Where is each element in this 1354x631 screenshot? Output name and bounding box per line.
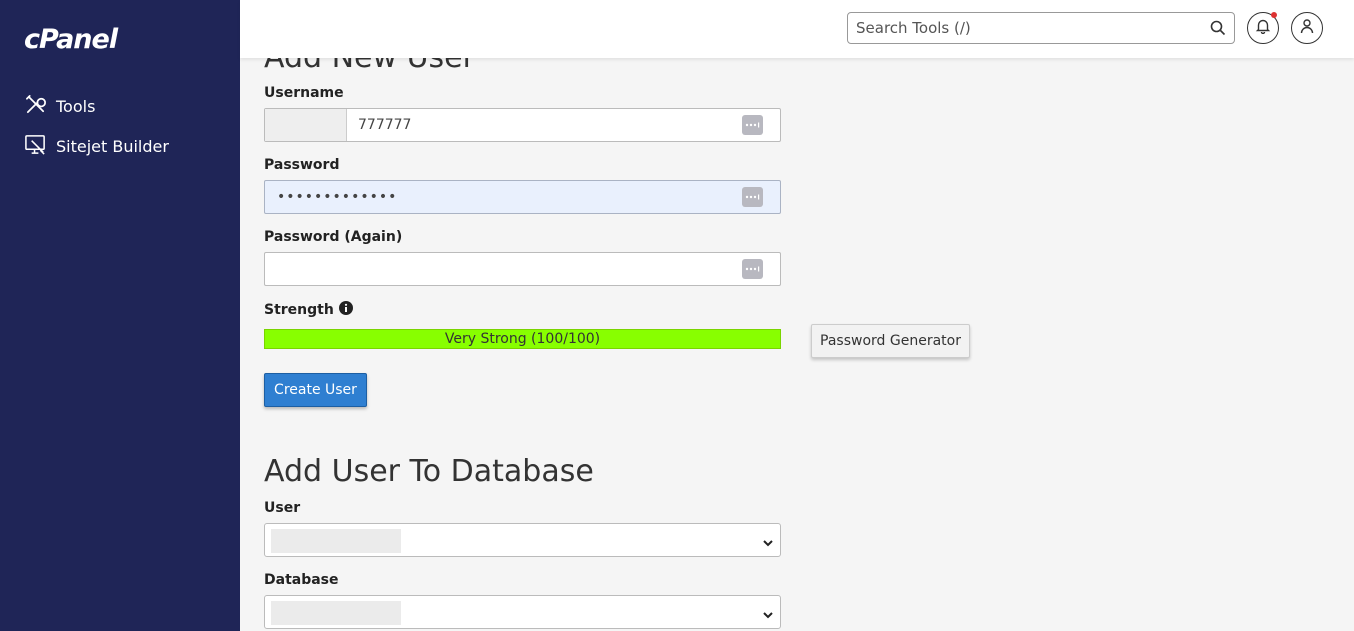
- user-select-value: [271, 529, 401, 553]
- user-menu-button[interactable]: [1291, 12, 1323, 44]
- search-input[interactable]: [848, 13, 1188, 43]
- database-select[interactable]: [264, 595, 781, 629]
- username-label: Username: [264, 85, 344, 101]
- info-icon[interactable]: [338, 301, 353, 319]
- password-again-input[interactable]: [277, 253, 727, 285]
- password-generator-button[interactable]: Password Generator: [811, 324, 970, 358]
- password-manager-icon[interactable]: [742, 115, 763, 135]
- password-again-field: [264, 252, 781, 286]
- username-field: [264, 108, 781, 142]
- chevron-down-icon: [762, 534, 774, 553]
- username-prefix: [265, 109, 347, 141]
- strength-meter: Very Strong (100/100): [264, 329, 781, 349]
- password-field: [264, 180, 781, 214]
- tools-icon: [24, 93, 47, 120]
- password-again-label: Password (Again): [264, 229, 403, 245]
- sidebar-item-label: Sitejet Builder: [56, 137, 169, 156]
- database-select-value: [271, 601, 401, 625]
- add-user-to-database-heading: Add User To Database: [264, 454, 594, 489]
- strength-label: Strength: [264, 302, 334, 318]
- notifications-button[interactable]: [1247, 12, 1279, 44]
- sidebar-item-tools[interactable]: Tools: [24, 93, 95, 120]
- user-icon: [1299, 18, 1315, 38]
- add-user-heading: Add New User: [264, 58, 475, 75]
- user-select[interactable]: [264, 523, 781, 557]
- top-header: [240, 0, 1354, 58]
- search-box[interactable]: [847, 12, 1235, 44]
- chevron-down-icon: [762, 606, 774, 625]
- password-manager-icon[interactable]: [742, 259, 763, 279]
- bell-icon: [1255, 18, 1271, 38]
- main-content: Add New User Username Password Password …: [240, 58, 1354, 631]
- cpanel-logo[interactable]: cPanel: [24, 24, 118, 55]
- create-user-button[interactable]: Create User: [264, 373, 367, 407]
- user-label: User: [264, 500, 301, 516]
- strength-label-row: Strength: [264, 301, 353, 319]
- monitor-icon: [24, 133, 47, 160]
- search-icon[interactable]: [1210, 20, 1226, 40]
- notification-dot: [1271, 12, 1277, 18]
- sidebar-item-label: Tools: [56, 97, 96, 116]
- password-manager-icon[interactable]: [742, 187, 763, 207]
- sidebar: cPanel Tools Sitejet Builder: [0, 0, 240, 631]
- password-label: Password: [264, 157, 340, 173]
- database-label: Database: [264, 572, 339, 588]
- sidebar-item-sitejet-builder[interactable]: Sitejet Builder: [24, 133, 169, 160]
- username-input[interactable]: [358, 109, 738, 141]
- password-input[interactable]: [277, 181, 727, 213]
